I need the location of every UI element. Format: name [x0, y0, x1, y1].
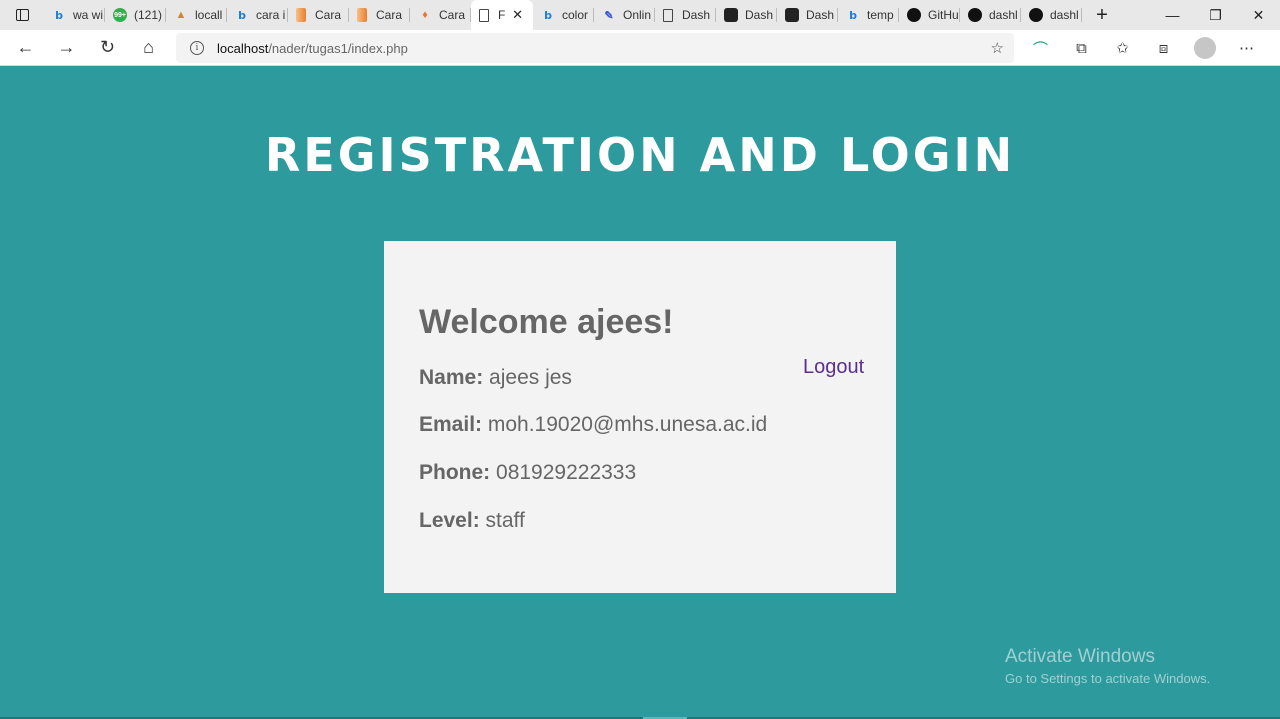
favorites-button[interactable]: ✩ [1102, 39, 1143, 57]
puzzle-icon: ⧉ [1076, 39, 1087, 57]
dashboard-icon [785, 8, 799, 22]
browser-tab[interactable]: Dash [716, 0, 777, 30]
notification-icon: 99+ [113, 8, 127, 22]
github-icon [907, 8, 921, 22]
home-button[interactable]: ⌂ [128, 30, 169, 66]
bing-icon: b [55, 8, 63, 22]
page-title: REGISTRATION AND LOGIN [264, 128, 1016, 182]
close-window-button[interactable]: ✕ [1237, 0, 1280, 30]
collections-icon: ⧈ [1158, 39, 1169, 57]
profile-avatar[interactable] [1194, 37, 1216, 59]
plus-icon: + [1096, 3, 1108, 26]
watermark-title: Activate Windows [1005, 646, 1155, 667]
chart-icon: ▲ [175, 9, 187, 21]
github-icon [1029, 8, 1043, 22]
page-icon [479, 8, 489, 22]
close-icon: ✕ [1252, 6, 1265, 23]
welcome-heading: Welcome ajees! [419, 303, 674, 341]
bing-icon: b [849, 8, 857, 22]
dashboard-icon [724, 8, 738, 22]
field-phone: Phone: 081929222333 [419, 461, 636, 485]
field-label: Email: [419, 413, 483, 436]
browser-tab[interactable]: Cara [349, 0, 410, 30]
browser-toolbar: ← → ↻ ⌂ i localhost/nader/tugas1/index.p… [0, 30, 1280, 66]
close-tab-icon[interactable]: ✕ [512, 7, 523, 23]
extension-logo-icon: ⌒ [1032, 40, 1048, 58]
windows-activation-watermark: Activate Windows Go to Settings to activ… [1005, 646, 1210, 686]
field-value: 081929222333 [496, 461, 637, 484]
logout-link[interactable]: Logout [803, 356, 864, 379]
settings-menu-button[interactable]: ⋯ [1226, 39, 1267, 57]
field-label: Name: [419, 366, 484, 389]
arrow-left-icon: ← [16, 37, 35, 57]
github-icon [968, 8, 982, 22]
toolbar-actions: ⌒ ⧉ ✩ ⧈ ⋯ [1020, 30, 1267, 66]
browser-tab[interactable]: ▲ locall [166, 0, 227, 30]
site-info-icon[interactable]: i [190, 41, 204, 55]
browser-tab[interactable]: 99+ (121) [105, 0, 166, 30]
favorites-icon: ✩ [1116, 40, 1129, 57]
browser-tab-active[interactable]: F ✕ [471, 0, 533, 30]
gradient-icon [296, 8, 306, 22]
browser-tab[interactable]: ✎ Onlin [594, 0, 655, 30]
new-tab-button[interactable]: + [1082, 0, 1122, 30]
field-level: Level: staff [419, 509, 525, 533]
extension-button[interactable]: ⌒ [1020, 38, 1061, 59]
gradient-icon [357, 8, 367, 22]
browser-tab[interactable]: dashl [960, 0, 1021, 30]
leaf-icon: ♦ [422, 9, 428, 21]
forward-button[interactable]: → [46, 30, 87, 66]
pen-icon: ✎ [604, 9, 614, 22]
window-controls: — ❐ ✕ [1151, 0, 1280, 30]
bing-icon: b [544, 8, 552, 22]
field-label: Phone: [419, 461, 491, 484]
back-button[interactable]: ← [5, 30, 46, 66]
bing-icon: b [238, 8, 246, 22]
browser-tab[interactable]: b temp [838, 0, 899, 30]
extensions-button[interactable]: ⧉ [1061, 40, 1102, 57]
refresh-icon: ↻ [99, 37, 116, 57]
restore-button[interactable]: ❐ [1194, 0, 1237, 30]
url-text[interactable]: localhost/nader/tugas1/index.php [217, 41, 408, 56]
tab-strip: b wa wi 99+ (121) ▲ locall b cara i Cara Car… [0, 0, 1280, 30]
restore-icon: ❐ [1209, 6, 1222, 23]
browser-tab[interactable]: b wa wi [44, 0, 105, 30]
browser-tab[interactable]: Cara [288, 0, 349, 30]
arrow-right-icon: → [57, 37, 76, 57]
profile-card: Welcome ajees! Logout Name: ajees jes Em… [384, 241, 896, 593]
field-value: staff [485, 509, 525, 532]
collections-button[interactable]: ⧈ [1143, 40, 1184, 57]
browser-tab[interactable]: Dash [655, 0, 716, 30]
vertical-tabs-icon [15, 9, 29, 21]
add-favorite-icon[interactable]: ☆ [991, 39, 1004, 57]
tab-actions-button[interactable] [0, 0, 44, 30]
page-icon [663, 8, 673, 22]
browser-tab[interactable]: dashl [1021, 0, 1082, 30]
field-label: Level: [419, 509, 480, 532]
field-email: Email: moh.19020@mhs.unesa.ac.id [419, 413, 767, 437]
more-icon: ⋯ [1239, 40, 1254, 57]
field-name: Name: ajees jes [419, 366, 572, 390]
refresh-button[interactable]: ↻ [87, 30, 128, 66]
minimize-icon: — [1165, 7, 1180, 23]
minimize-button[interactable]: — [1151, 0, 1194, 30]
browser-tab[interactable]: ♦ Cara [410, 0, 471, 30]
address-bar[interactable]: i localhost/nader/tugas1/index.php ☆ [176, 33, 1014, 63]
watermark-subtitle: Go to Settings to activate Windows. [1005, 671, 1211, 686]
browser-tab[interactable]: GitHu [899, 0, 960, 30]
browser-tab[interactable]: b color [533, 0, 594, 30]
browser-tab[interactable]: b cara i [227, 0, 288, 30]
field-value: ajees jes [489, 366, 572, 389]
browser-tab[interactable]: Dash [777, 0, 838, 30]
field-value: moh.19020@mhs.unesa.ac.id [487, 413, 768, 436]
home-icon: ⌂ [143, 37, 154, 57]
